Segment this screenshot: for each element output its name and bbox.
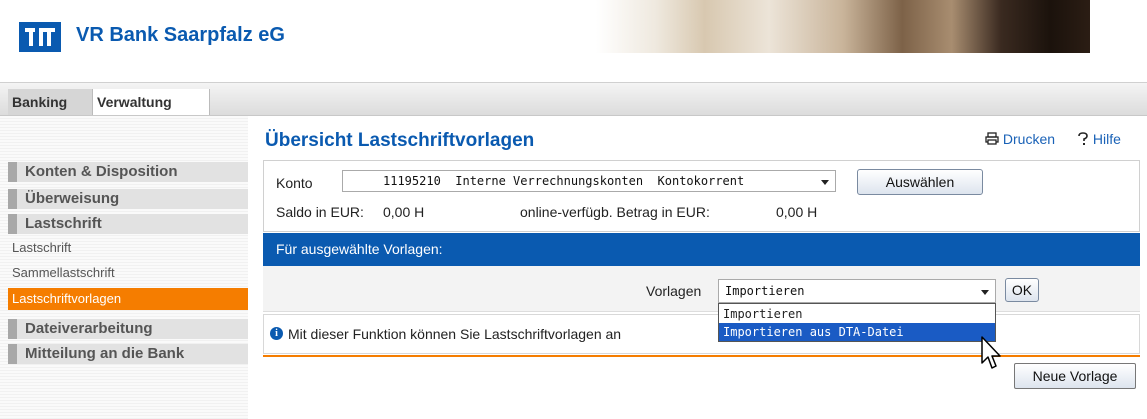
selection-header-bar: Für ausgewählte Vorlagen:: [263, 233, 1140, 266]
available-amount-value: 0,00 H: [776, 204, 818, 220]
select-account-button[interactable]: Auswählen: [857, 169, 983, 195]
sidebar-item-lastschrift[interactable]: Lastschrift: [8, 214, 248, 234]
sidebar-subitem-lastschrift[interactable]: Lastschrift: [8, 237, 248, 259]
sidebar-item-dateiverarbeitung[interactable]: Dateiverarbeitung: [8, 319, 248, 339]
template-action-select-value: Importieren: [725, 284, 805, 298]
sidebar-subitem-lastschriftvorlagen[interactable]: Lastschriftvorlagen: [8, 288, 248, 310]
chevron-down-icon: [821, 180, 829, 185]
dropdown-option-importieren[interactable]: Importieren: [719, 305, 995, 323]
help-label: Hilfe: [1092, 131, 1121, 147]
print-link[interactable]: Drucken: [985, 131, 1055, 147]
sidebar-item-label: Dateiverarbeitung: [25, 320, 153, 337]
new-template-button[interactable]: Neue Vorlage: [1014, 363, 1136, 389]
sidebar-item-konten-disposition[interactable]: Konten & Disposition: [8, 162, 248, 182]
ok-button[interactable]: OK: [1005, 278, 1039, 302]
sidebar-item-ueberweisung[interactable]: Überweisung: [8, 189, 248, 209]
sidebar-item-label: Mitteilung an die Bank: [25, 345, 185, 362]
info-text: Mit dieser Funktion können Sie Lastschri…: [288, 326, 622, 342]
page-title: Übersicht Lastschriftvorlagen: [265, 130, 535, 151]
template-action-select[interactable]: Importieren: [718, 279, 996, 303]
info-icon: i: [270, 327, 283, 340]
sidebar-subitem-sammellastschrift[interactable]: Sammellastschrift: [8, 262, 248, 284]
sidebar-item-mitteilung[interactable]: Mitteilung an die Bank: [8, 344, 248, 364]
chevron-down-icon: [981, 290, 989, 295]
tab-verwaltung[interactable]: Verwaltung: [92, 89, 210, 115]
header-banner-image: [596, 0, 1090, 53]
help-link[interactable]: Hilfe: [1077, 131, 1121, 147]
mouse-cursor-icon: [981, 336, 1001, 369]
help-icon: [1078, 132, 1088, 145]
sidebar-bullet: [8, 162, 17, 182]
divider: [263, 355, 1140, 357]
sidebar-bullet: [8, 189, 17, 209]
sidebar-item-label: Lastschrift: [25, 215, 102, 232]
sidebar-item-label: Konten & Disposition: [25, 163, 178, 180]
print-label: Drucken: [1002, 131, 1056, 147]
printer-icon: [985, 132, 999, 145]
vorlagen-label: Vorlagen: [646, 283, 702, 299]
template-action-dropdown[interactable]: Importieren Importieren aus DTA-Datei: [718, 303, 996, 342]
sidebar-bullet: [8, 319, 17, 339]
dropdown-option-importieren-dta[interactable]: Importieren aus DTA-Datei: [719, 323, 995, 341]
top-tab-bar: Banking Verwaltung: [0, 82, 1147, 116]
account-select-value: 11195210 Interne Verrechnungskonten Kont…: [383, 174, 745, 188]
sidebar-bullet: [8, 344, 17, 364]
tab-banking[interactable]: Banking: [8, 89, 96, 115]
sidebar-item-label: Überweisung: [25, 190, 120, 207]
bank-logo: [19, 22, 61, 52]
sidebar-bullet: [8, 214, 17, 234]
konto-label: Konto: [276, 175, 313, 191]
saldo-value: 0,00 H: [383, 204, 425, 220]
available-amount-label: online-verfügb. Betrag in EUR:: [520, 204, 710, 220]
account-select[interactable]: 11195210 Interne Verrechnungskonten Kont…: [342, 170, 836, 192]
saldo-label: Saldo in EUR:: [276, 204, 364, 220]
bank-name: VR Bank Saarpfalz eG: [76, 24, 285, 46]
